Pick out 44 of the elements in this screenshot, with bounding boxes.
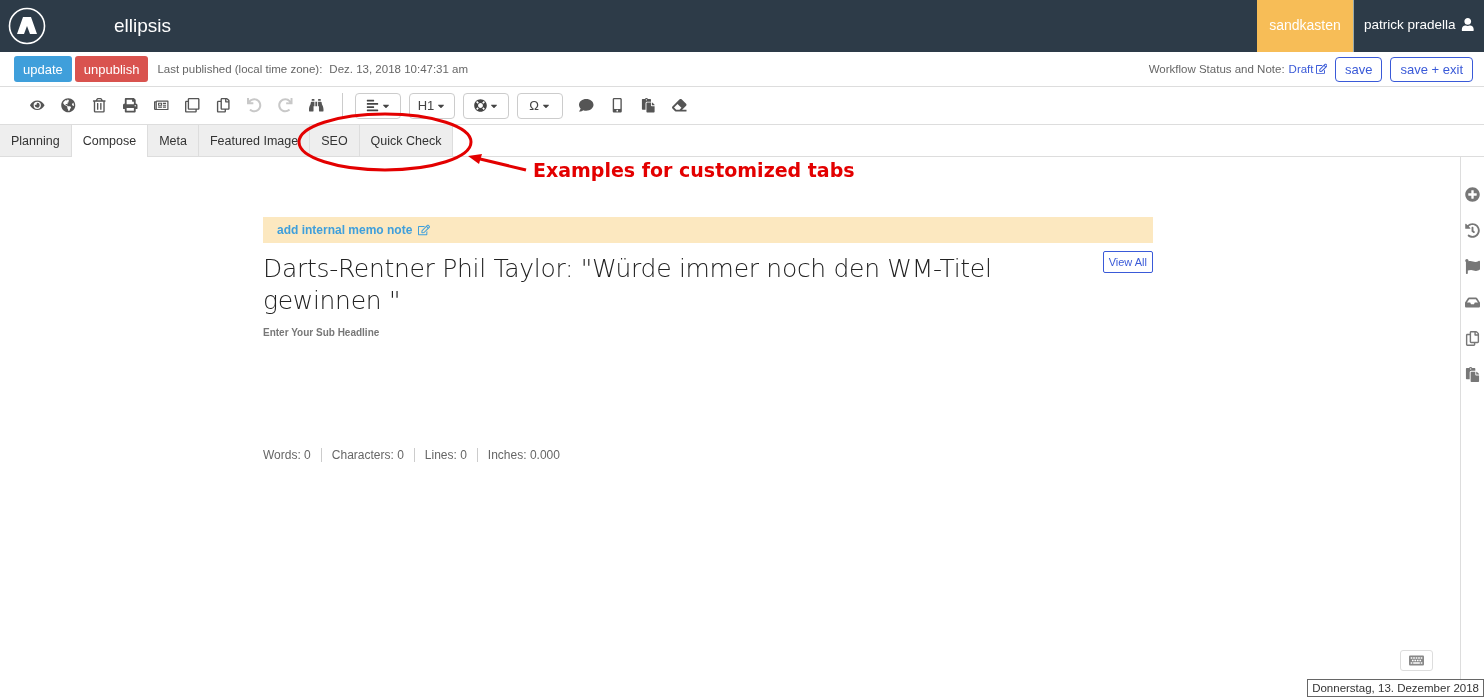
paste-icon[interactable] <box>1465 367 1480 382</box>
edit-icon[interactable] <box>1315 63 1327 75</box>
stat-text: Inches: 0.000 <box>476 448 570 462</box>
stat-text: Lines: 0 <box>413 448 477 462</box>
save-button[interactable]: save <box>1335 56 1383 82</box>
tab[interactable]: Featured Image <box>198 125 311 156</box>
user-name[interactable]: patrick pradella <box>1363 17 1456 32</box>
inbox-icon[interactable] <box>1465 295 1480 310</box>
last-published-label: Last published (local time zone): <box>157 63 323 75</box>
environment-label: sandkasten <box>1256 0 1353 52</box>
lifebuoy-icon <box>473 99 487 112</box>
align-icon <box>365 99 379 112</box>
tab[interactable]: Compose <box>71 125 149 157</box>
tab[interactable]: Planning <box>0 125 72 156</box>
annotation-text: Examples for customized tabs <box>533 159 855 181</box>
app-name: ellipsis <box>114 15 172 37</box>
tab[interactable]: Meta <box>148 125 199 156</box>
save-exit-button[interactable]: save + exit <box>1390 56 1473 82</box>
align-dropdown[interactable] <box>355 92 401 119</box>
view-all-button[interactable]: View All <box>1102 251 1153 273</box>
headline[interactable]: Darts-Rentner Phil Taylor: "Würde immer noch den WM-Titel gewinnen " <box>263 253 1093 317</box>
tab[interactable]: SEO <box>310 125 360 156</box>
copy-icon[interactable] <box>1465 331 1480 346</box>
add-icon[interactable] <box>1465 187 1480 202</box>
unpublish-button[interactable]: unpublish <box>74 56 149 82</box>
lifebuoy-dropdown[interactable] <box>463 92 509 119</box>
stat-text: Characters: 0 <box>320 448 414 462</box>
last-published-date: Dez. 13, 2018 10:47:31 am <box>329 63 469 75</box>
user-icon[interactable] <box>1460 17 1474 32</box>
date-tooltip: Donnerstag, 13. Dezember 2018 <box>1307 679 1484 697</box>
tab[interactable]: Quick Check <box>359 125 454 156</box>
flag-icon[interactable] <box>1465 259 1480 274</box>
keyboard-icon <box>1409 653 1424 668</box>
workflow-label: Workflow Status and Note: <box>1148 63 1285 75</box>
subheadline-placeholder[interactable]: Enter Your Sub Headline <box>263 327 1460 338</box>
history-icon[interactable] <box>1465 223 1480 238</box>
workflow-status-link[interactable]: Draft <box>1288 63 1327 75</box>
symbol-dropdown[interactable]: Ω <box>517 92 563 119</box>
annotation-arrow <box>466 152 528 174</box>
stat-text: Words: 0 <box>263 448 312 462</box>
keyboard-button[interactable] <box>1400 650 1433 671</box>
edit-icon <box>418 224 431 236</box>
heading-dropdown[interactable]: H1 <box>409 92 455 119</box>
logo-icon[interactable] <box>8 7 46 45</box>
